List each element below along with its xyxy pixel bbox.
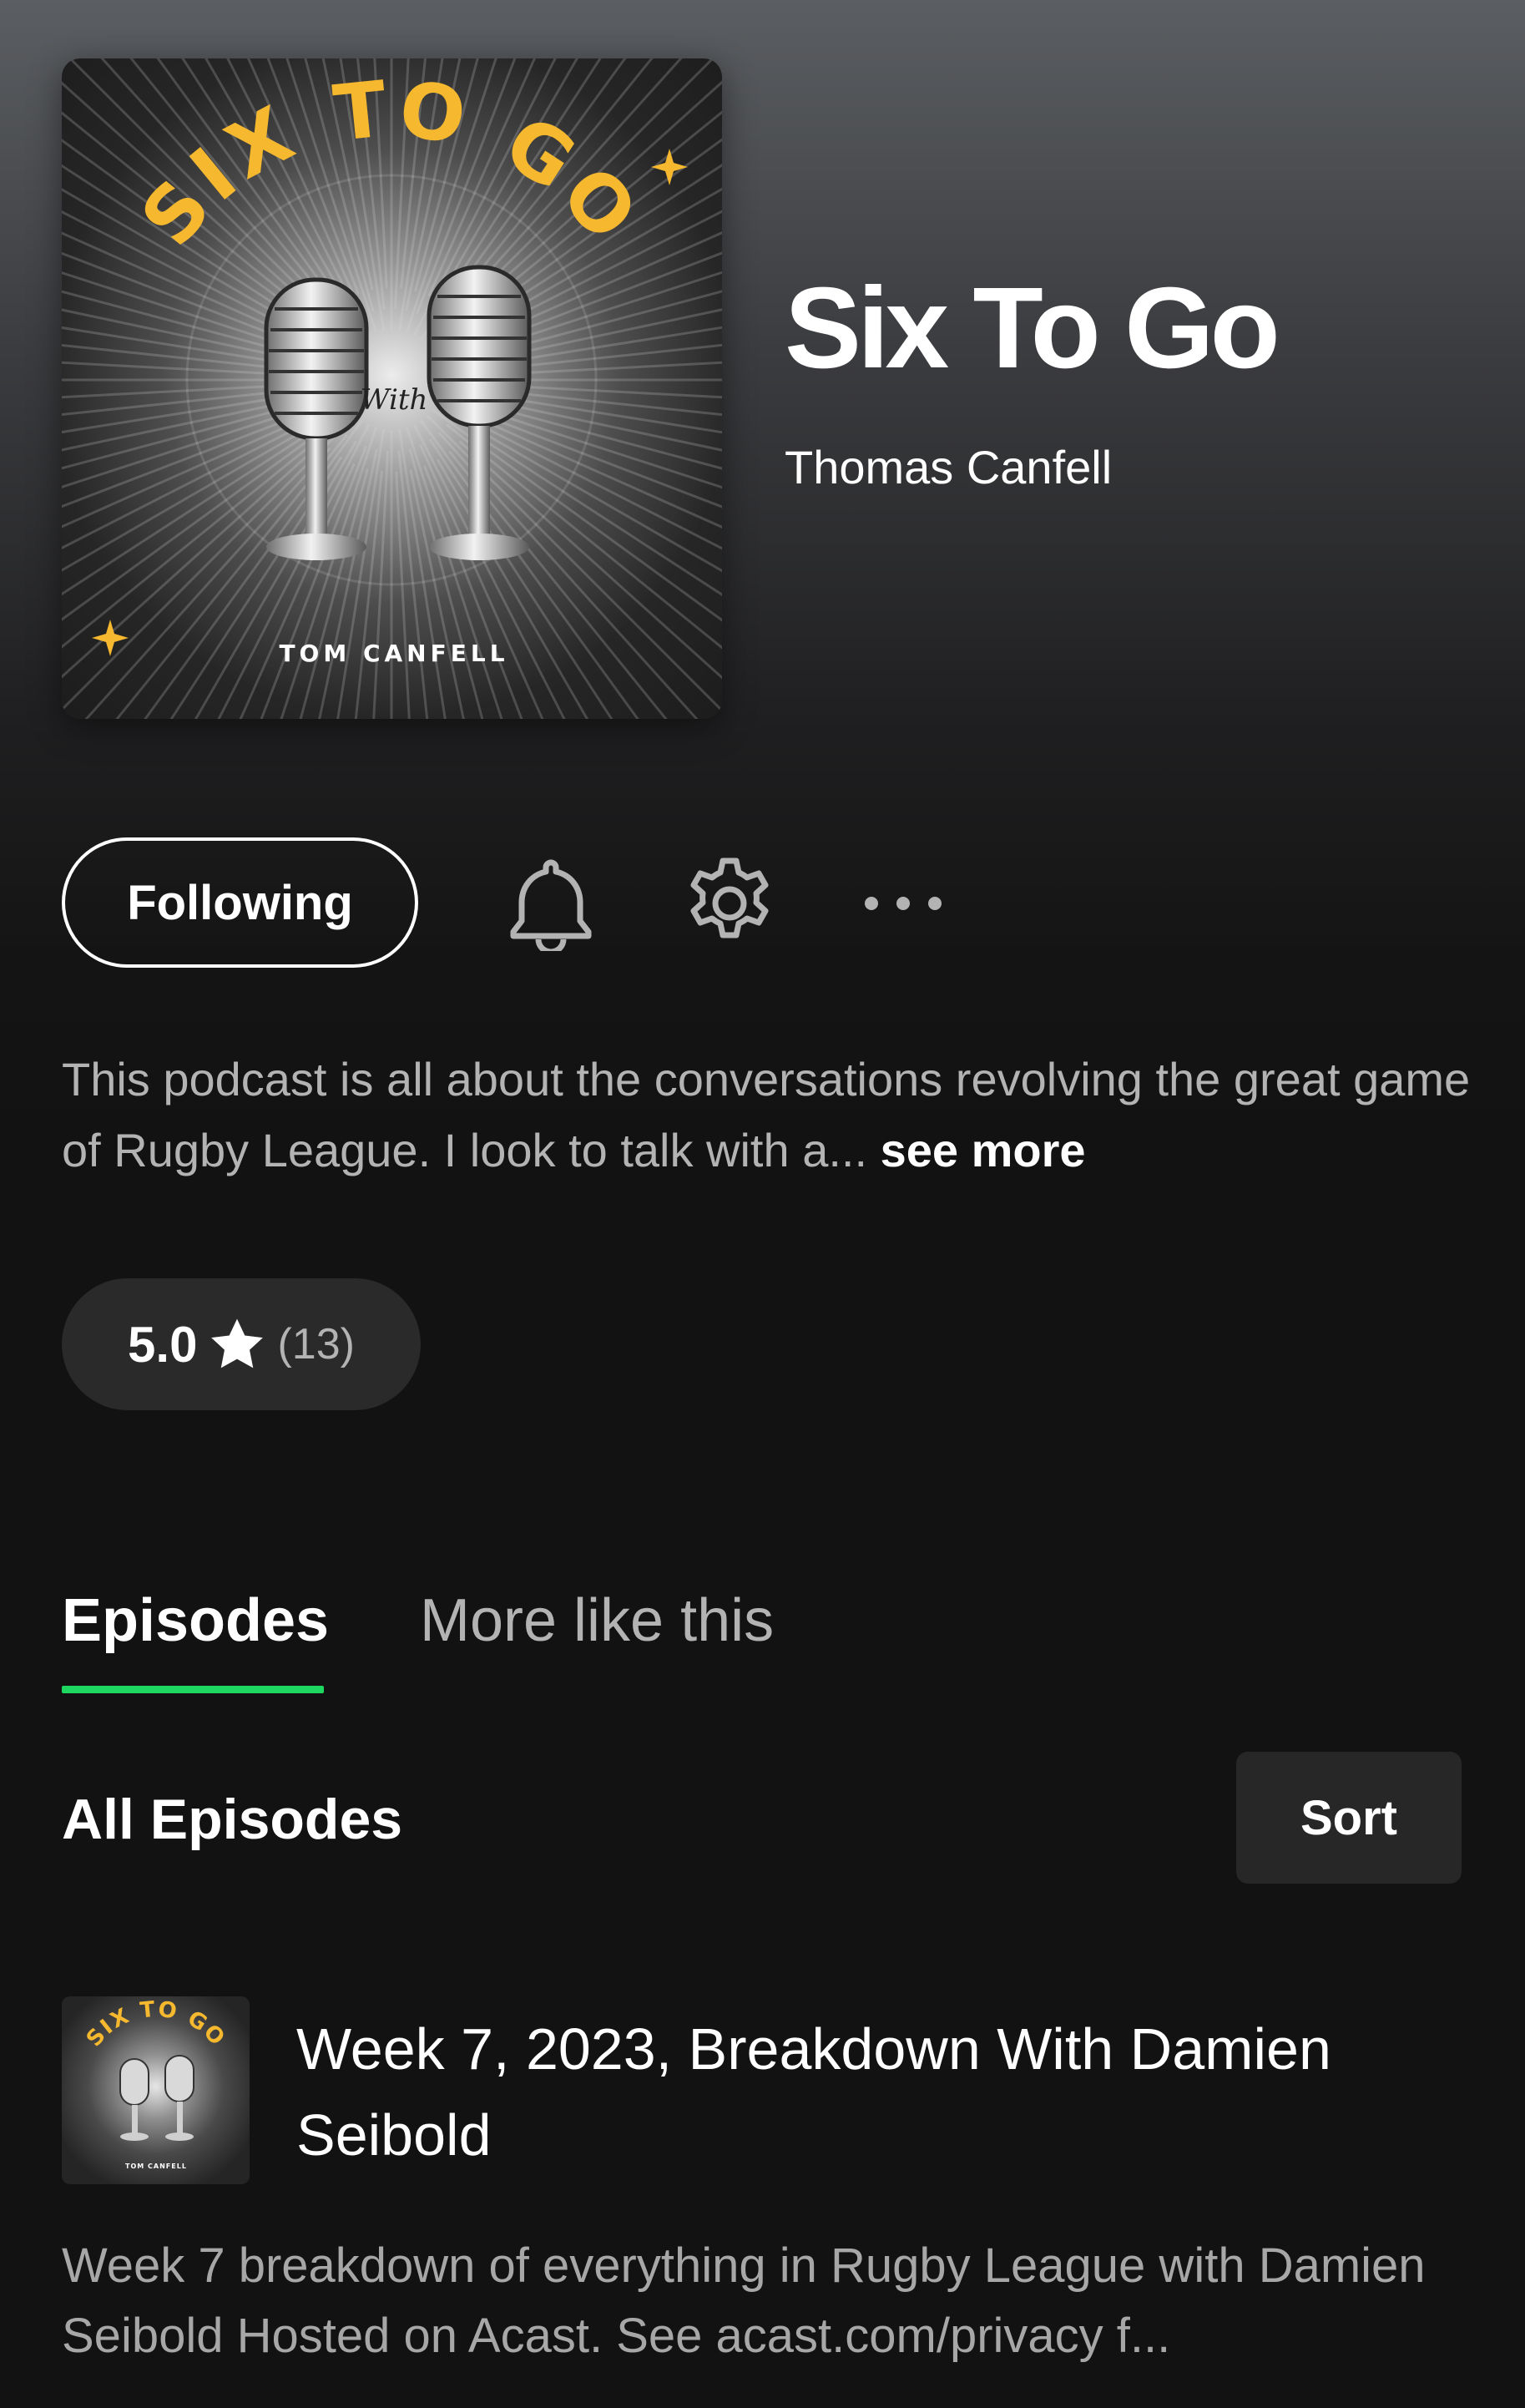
cover-ray <box>62 383 300 399</box>
tab-more-like-this[interactable]: More like this <box>420 1585 774 1657</box>
episode-thumbnail[interactable]: SIX TO GO TOM CANFELL <box>62 1996 250 2184</box>
star-icon <box>211 1318 264 1368</box>
tab-episodes[interactable]: Episodes <box>62 1585 329 1657</box>
podcast-author-link[interactable]: Thomas Canfell <box>785 441 1112 494</box>
thumb-arc-text: SIX TO GO <box>82 1997 229 2052</box>
settings-button[interactable] <box>678 852 781 955</box>
following-button[interactable]: Following <box>62 837 418 968</box>
sort-button[interactable]: Sort <box>1236 1752 1462 1884</box>
cover-ray <box>217 423 371 719</box>
rating-value: 5.0 <box>128 1316 198 1373</box>
more-horizontal-icon <box>865 897 942 910</box>
left-microphone-icon <box>264 277 369 560</box>
cover-bottom-text: TOM CANFELL <box>279 640 508 667</box>
podcast-cover-art: SIX TO GO With TOM CANFELL <box>62 58 722 719</box>
podcast-page: SIX TO GO With TOM CANFELL Six To Go Tho… <box>0 0 1525 2408</box>
cover-ray <box>412 423 566 719</box>
svg-text:SIX TO GO: SIX TO GO <box>82 1997 230 2052</box>
podcast-description: This podcast is all about the conversati… <box>62 1044 1481 1186</box>
podcast-title: Six To Go <box>785 264 1280 392</box>
active-tab-indicator <box>62 1686 324 1693</box>
episode-thumbnail-art: SIX TO GO TOM CANFELL <box>82 1997 230 2170</box>
description-text: This podcast is all about the conversati… <box>62 1053 1471 1176</box>
cover-ray <box>280 427 377 719</box>
cover-script-text: With <box>361 383 428 417</box>
notifications-button[interactable] <box>499 852 603 955</box>
rating-button[interactable]: 5.0 (13) <box>62 1278 421 1410</box>
cover-art-illustration: SIX TO GO With TOM CANFELL <box>62 58 722 719</box>
gear-icon <box>690 857 769 938</box>
rating-count: (13) <box>277 1320 355 1368</box>
see-more-link[interactable]: see more <box>881 1124 1086 1176</box>
episode-description: Week 7 breakdown of everything in Rugby … <box>62 2239 1426 2363</box>
thumb-bottom-text: TOM CANFELL <box>125 2163 187 2170</box>
episode-title[interactable]: Week 7, 2023, Breakdown With Damien Seib… <box>296 2006 1490 2178</box>
more-options-button[interactable] <box>851 868 955 938</box>
sparkle-icon <box>92 620 129 656</box>
all-episodes-heading: All Episodes <box>62 1788 403 1851</box>
cover-ray <box>84 447 331 719</box>
sparkle-icon <box>651 149 688 185</box>
bell-icon <box>510 859 592 951</box>
